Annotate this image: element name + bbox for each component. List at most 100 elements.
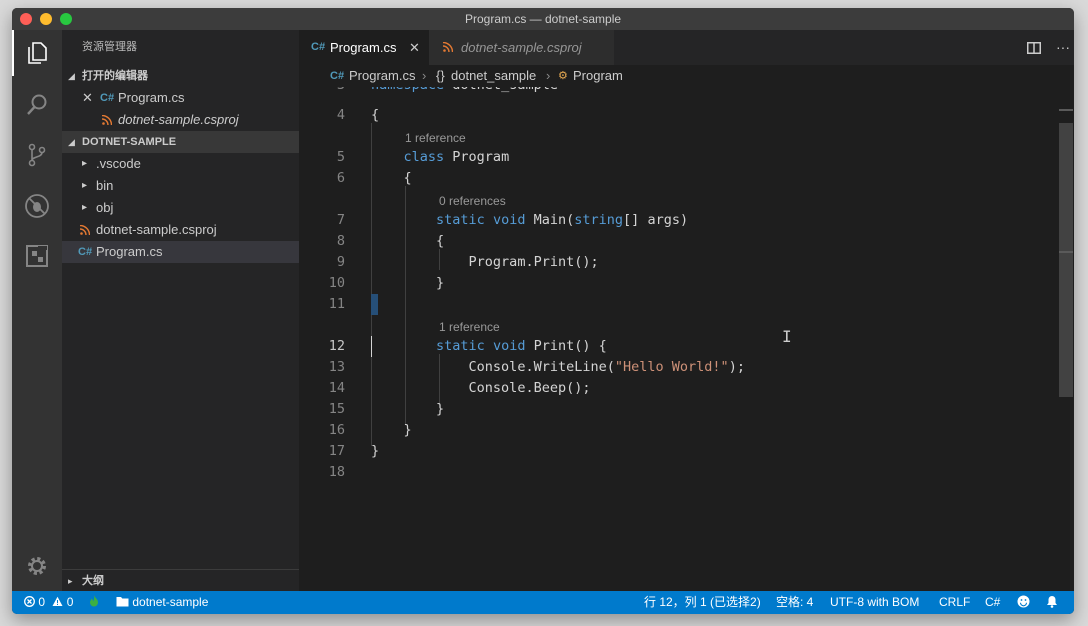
chevron-right-icon: ›	[546, 68, 551, 83]
minimize-window-button[interactable]	[40, 13, 52, 25]
warning-count: 0	[66, 595, 74, 609]
source-control-activity[interactable]	[12, 132, 62, 178]
feedback-smiley[interactable]	[1017, 591, 1030, 614]
tab-program-cs[interactable]: C# Program.cs ✕	[299, 30, 429, 65]
line-number: 11	[328, 296, 345, 312]
file-name: Program.cs	[118, 90, 185, 105]
breadcrumb-namespace[interactable]: dotnet_sample	[451, 65, 536, 87]
eol-setting[interactable]: CRLF	[939, 591, 970, 614]
chevron-right-icon: ▸	[68, 576, 73, 586]
breadcrumb-file[interactable]: Program.cs	[349, 65, 415, 87]
folder-header[interactable]: ◢ DOTNET-SAMPLE	[62, 131, 299, 153]
codelens-references[interactable]: 0 references	[439, 191, 506, 212]
code-line: {	[371, 233, 445, 249]
close-window-button[interactable]	[20, 13, 32, 25]
tree-item-obj[interactable]: ▸ obj	[62, 197, 299, 219]
tree-item-vscode[interactable]: ▸ .vscode	[62, 153, 299, 175]
code-line: {	[371, 107, 380, 123]
chevron-right-icon: ▸	[82, 202, 88, 213]
language-mode[interactable]: C#	[985, 591, 1000, 614]
explorer-sidebar: 资源管理器 ◢ 打开的编辑器 ✕ C# Program.cs dotnet-sa…	[62, 30, 299, 591]
breadcrumb-class[interactable]: Program	[573, 65, 623, 87]
debug-icon	[25, 194, 49, 218]
code-editor[interactable]: 3 4 5 6 7 8 9 10 11 12 13 14 15 16 17 18…	[299, 87, 1074, 591]
code-line: static void Print() {	[436, 338, 607, 354]
rss-file-icon	[80, 225, 90, 235]
tree-item-program[interactable]: C# Program.cs	[62, 241, 299, 263]
codelens-references[interactable]: 1 reference	[439, 317, 500, 338]
search-icon	[27, 94, 47, 115]
status-bar: 0 0 dotnet-sample 行 12，列 1 (已选择2) 空格: 4 …	[12, 591, 1074, 614]
close-icon[interactable]: ✕	[82, 87, 93, 109]
line-number: 5	[336, 149, 345, 165]
code-line: class Program	[403, 149, 510, 165]
more-actions-icon[interactable]: ···	[1056, 30, 1070, 65]
extensions-activity[interactable]	[12, 233, 62, 279]
code-line: Console.Beep();	[468, 380, 591, 396]
settings-gear-icon	[28, 557, 46, 575]
tab-csproj[interactable]: dotnet-sample.csproj	[429, 30, 614, 65]
chevron-right-icon: ▸	[82, 180, 88, 191]
code-line: Program.Print();	[468, 254, 599, 270]
explorer-activity[interactable]	[12, 30, 62, 76]
tree-item-bin[interactable]: ▸ bin	[62, 175, 299, 197]
tab-label: dotnet-sample.csproj	[461, 40, 582, 55]
bell-icon	[1047, 596, 1057, 608]
chevron-down-icon: ◢	[68, 137, 75, 147]
cursor-position[interactable]: 行 12，列 1 (已选择2)	[644, 591, 761, 614]
line-number: 7	[336, 212, 345, 228]
code-line: }	[371, 275, 445, 291]
rss-file-icon	[443, 42, 453, 52]
open-editor-item[interactable]: dotnet-sample.csproj	[62, 109, 299, 131]
close-icon[interactable]: ✕	[409, 30, 420, 65]
manage-activity[interactable]	[12, 543, 62, 589]
file-name: dotnet-sample.csproj	[118, 112, 239, 127]
code-line: static void Main(string[] args)	[436, 212, 689, 228]
csharp-file-icon: C#	[78, 246, 93, 258]
chevron-right-icon: ›	[422, 68, 427, 83]
selection-highlight	[371, 294, 378, 315]
flame-icon[interactable]	[89, 591, 99, 614]
smiley-icon	[1017, 595, 1030, 608]
files-icon	[28, 42, 47, 64]
line-number: 4	[336, 107, 345, 123]
codelens-references[interactable]: 1 reference	[405, 128, 466, 149]
line-number: 3	[299, 87, 345, 96]
sidebar-title: 资源管理器	[82, 41, 137, 53]
scroll-marker	[1059, 251, 1073, 253]
line-number: 8	[336, 233, 345, 249]
namespace-icon: {}	[436, 68, 445, 83]
maximize-window-button[interactable]	[60, 13, 72, 25]
line-number: 15	[328, 401, 345, 417]
open-editors-label: 打开的编辑器	[82, 70, 148, 82]
line-number: 9	[336, 254, 345, 270]
code-line: namespace dotnet_sample	[371, 87, 558, 96]
notifications[interactable]	[1046, 591, 1058, 614]
csharp-file-icon: C#	[100, 92, 115, 104]
chevron-down-icon: ◢	[68, 71, 75, 81]
csharp-file-icon: C#	[330, 70, 345, 82]
editor-tabs: C# Program.cs ✕ dotnet-sample.csproj ···	[299, 30, 1074, 65]
ibeam-cursor: I	[782, 327, 792, 346]
title-bar: Program.cs — dotnet-sample	[12, 8, 1074, 30]
open-editor-item[interactable]: ✕ C# Program.cs	[62, 87, 299, 109]
search-activity[interactable]	[12, 82, 62, 128]
outline-header[interactable]: ▸ 大纲	[62, 569, 299, 592]
tree-item-csproj[interactable]: dotnet-sample.csproj	[62, 219, 299, 241]
folder-indicator[interactable]: dotnet-sample	[116, 591, 208, 614]
file-name: Program.cs	[96, 244, 163, 259]
activity-bar	[12, 30, 62, 591]
error-count: 0	[38, 595, 46, 609]
extensions-icon	[26, 245, 48, 267]
problems-indicator[interactable]: 0 0	[24, 591, 73, 614]
folder-name: obj	[96, 200, 114, 215]
split-editor-icon[interactable]	[1027, 30, 1041, 65]
debug-activity[interactable]	[12, 183, 62, 229]
open-editors-header[interactable]: ◢ 打开的编辑器	[62, 65, 299, 87]
indentation-setting[interactable]: 空格: 4	[776, 591, 813, 614]
encoding-setting[interactable]: UTF-8 with BOM	[830, 591, 919, 614]
code-line: }	[371, 422, 412, 438]
class-icon: ⚙	[558, 70, 568, 82]
vertical-scrollbar[interactable]	[1059, 123, 1073, 397]
error-icon	[24, 596, 35, 607]
